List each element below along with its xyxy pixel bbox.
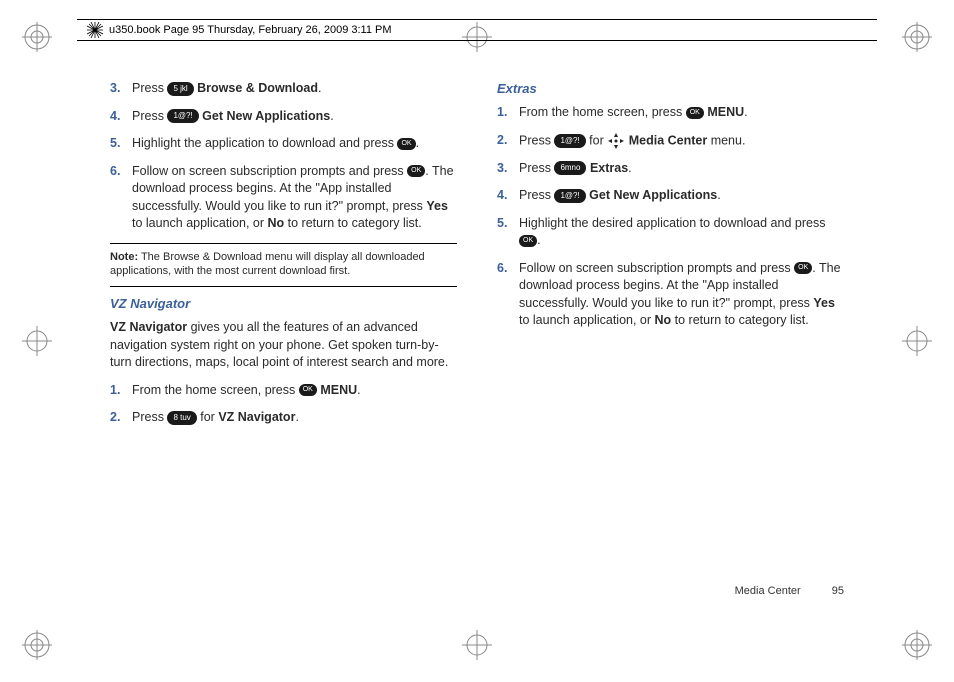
vz-intro-bold: VZ Navigator (110, 320, 187, 334)
note-body: The Browse & Download menu will display … (110, 251, 425, 277)
step-body: Press 1@?! Get New Applications. (132, 108, 457, 126)
step-body: Press 1@?! for Media Center menu. (519, 132, 844, 150)
key-ok-icon: OK (407, 165, 425, 177)
page-footer: Media Center 95 (735, 585, 844, 597)
note-text: Note: The Browse & Download menu will di… (110, 250, 457, 279)
key-k1_a-icon: 1@?! (167, 109, 198, 123)
section-heading-vz: VZ Navigator (110, 295, 457, 313)
key-ok-icon: OK (299, 384, 317, 396)
step-number: 6. (497, 260, 519, 330)
step-number: 1. (497, 104, 519, 122)
key-ok-icon: OK (794, 262, 812, 274)
step-body: Press 1@?! Get New Applications. (519, 187, 844, 205)
step-body: From the home screen, press OK MENU. (132, 382, 457, 400)
step-item: 5.Highlight the desired application to d… (497, 215, 844, 250)
step-number: 2. (110, 409, 132, 427)
key-k1_b-icon: 1@?! (554, 189, 585, 203)
crop-mark-icon (902, 326, 932, 356)
crop-mark-icon (902, 22, 932, 52)
left-column: 3.Press 5 jkl Browse & Download.4.Press … (110, 80, 457, 437)
header-star-icon (87, 22, 103, 38)
step-item: 1.From the home screen, press OK MENU. (497, 104, 844, 122)
crop-mark-icon (462, 630, 492, 660)
step-body: Press 8 tuv for VZ Navigator. (132, 409, 457, 427)
key-ok-icon: OK (397, 138, 415, 150)
key-k5-icon: 5 jkl (167, 82, 193, 96)
step-number: 4. (497, 187, 519, 205)
key-k8-icon: 8 tuv (167, 411, 196, 425)
step-body: Press 6mno Extras. (519, 160, 844, 178)
step-item: 6.Follow on screen subscription prompts … (497, 260, 844, 330)
key-k1_b-icon: 1@?! (554, 134, 585, 148)
divider (110, 243, 457, 244)
step-body: Follow on screen subscription prompts an… (132, 163, 457, 233)
key-k6-icon: 6mno (554, 161, 586, 175)
step-number: 1. (110, 382, 132, 400)
step-item: 2.Press 8 tuv for VZ Navigator. (110, 409, 457, 427)
step-item: 4.Press 1@?! Get New Applications. (497, 187, 844, 205)
crop-mark-icon (22, 22, 52, 52)
step-body: Follow on screen subscription prompts an… (519, 260, 844, 330)
nav-arrows-icon (607, 132, 625, 150)
step-number: 3. (497, 160, 519, 178)
divider (110, 286, 457, 287)
step-number: 5. (110, 135, 132, 153)
step-number: 3. (110, 80, 132, 98)
footer-page: 95 (832, 585, 844, 597)
vz-intro: VZ Navigator gives you all the features … (110, 319, 457, 372)
step-body: Highlight the application to download an… (132, 135, 457, 153)
right-column: Extras 1.From the home screen, press OK … (497, 80, 844, 437)
step-item: 3.Press 6mno Extras. (497, 160, 844, 178)
crop-mark-icon (902, 630, 932, 660)
step-body: Highlight the desired application to dow… (519, 215, 844, 250)
crop-mark-icon (22, 326, 52, 356)
header-text: u350.book Page 95 Thursday, February 26,… (109, 24, 392, 36)
page-header-bar: u350.book Page 95 Thursday, February 26,… (77, 19, 877, 41)
step-number: 5. (497, 215, 519, 250)
section-heading-extras: Extras (497, 80, 844, 98)
step-item: 6.Follow on screen subscription prompts … (110, 163, 457, 233)
step-number: 4. (110, 108, 132, 126)
step-item: 5.Highlight the application to download … (110, 135, 457, 153)
note-label: Note: (110, 251, 138, 263)
key-ok-icon: OK (519, 235, 537, 247)
step-body: From the home screen, press OK MENU. (519, 104, 844, 122)
crop-mark-icon (22, 630, 52, 660)
step-number: 2. (497, 132, 519, 150)
step-item: 2.Press 1@?! for Media Center menu. (497, 132, 844, 150)
page-content: 3.Press 5 jkl Browse & Download.4.Press … (110, 80, 844, 437)
step-number: 6. (110, 163, 132, 233)
step-item: 3.Press 5 jkl Browse & Download. (110, 80, 457, 98)
step-item: 1.From the home screen, press OK MENU. (110, 382, 457, 400)
step-body: Press 5 jkl Browse & Download. (132, 80, 457, 98)
step-list: 1.From the home screen, press OK MENU.2.… (110, 382, 457, 427)
step-list: 1.From the home screen, press OK MENU.2.… (497, 104, 844, 330)
step-item: 4.Press 1@?! Get New Applications. (110, 108, 457, 126)
step-list: 3.Press 5 jkl Browse & Download.4.Press … (110, 80, 457, 233)
key-ok-icon: OK (686, 107, 704, 119)
footer-section: Media Center (735, 585, 801, 597)
